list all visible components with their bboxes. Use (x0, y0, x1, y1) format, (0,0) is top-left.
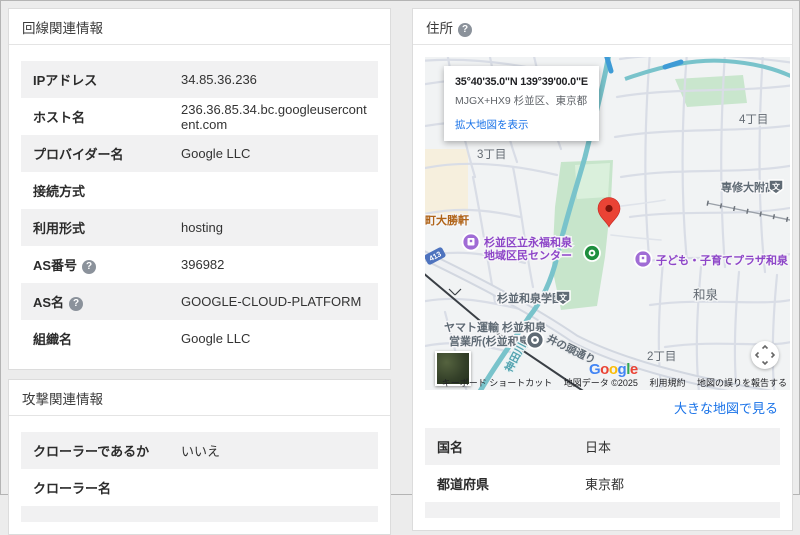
attack-card-title: 攻撃関連情報 (9, 380, 390, 416)
row-value: Google LLC (181, 146, 258, 161)
attack-info-card: 攻撃関連情報 クローラーであるか いいえ クローラー名 (8, 379, 391, 535)
address-card-title: 住所? (413, 9, 792, 45)
community-center-marker[interactable] (463, 234, 480, 251)
table-row: 都道府県 東京都 (425, 465, 780, 502)
poi-label-kids-plaza[interactable]: 子ども・子育てプラザ和泉 (656, 253, 789, 267)
big-map-link-row: 大きな地図で見る (425, 390, 788, 426)
row-label: ホスト名 (33, 107, 181, 126)
row-value: 396982 (181, 257, 232, 272)
district-label-2chome: 2丁目 (647, 351, 676, 363)
table-row (21, 506, 378, 522)
pan-control[interactable] (751, 341, 779, 369)
table-row: 利用形式 hosting (21, 209, 378, 246)
poi-label-community-center-1[interactable]: 杉並区立永福和泉 (484, 235, 573, 249)
view-larger-map-link[interactable]: 大きな地図で見る (674, 401, 778, 416)
row-label: クローラー名 (33, 478, 181, 497)
district-label-4chome: 4丁目 (739, 114, 768, 126)
map-data-text: 地図データ ©2025 (564, 378, 638, 388)
plus-code-text: MJGX+HX9 杉並区、東京都 (455, 93, 588, 108)
coordinates-text: 35°40'35.0"N 139°39'00.0"E (455, 76, 588, 88)
enlarge-map-link[interactable]: 拡大地図を表示 (455, 117, 588, 132)
row-label: 利用形式 (33, 218, 181, 237)
district-label-3chome: 3丁目 (477, 149, 506, 161)
table-row (425, 502, 780, 518)
help-icon[interactable]: ? (458, 23, 472, 37)
row-label: AS名? (33, 292, 181, 311)
report-error-link[interactable]: 地図の誤りを報告する (697, 378, 787, 388)
table-row: AS番号? 396982 (21, 246, 378, 283)
park-marker[interactable] (584, 245, 600, 261)
row-value: いいえ (181, 441, 228, 460)
left-column: 回線関連情報 IPアドレス 34.85.36.236 ホスト名 236.36.8… (8, 8, 391, 535)
keyboard-shortcuts-button[interactable]: キーボード ショートカット (442, 378, 553, 388)
row-label: IPアドレス (33, 70, 181, 89)
poi-label-school2[interactable]: 杉並和泉学園 (497, 291, 563, 305)
row-label: プロバイダー名 (33, 144, 181, 163)
google-map-embed[interactable]: 3丁目 4丁目 2丁目 和泉 永福町大勝軒 413 杉並区立永福和泉 (425, 57, 790, 390)
table-row: 接続方式 (21, 172, 378, 209)
yamato-marker[interactable] (527, 332, 544, 349)
map-footer: キーボード ショートカット 地図データ ©2025 利用規約 地図の誤りを報告す… (433, 376, 787, 389)
row-label: 組織名 (33, 329, 181, 348)
svg-text:文: 文 (559, 293, 568, 303)
row-label: 国名 (437, 437, 585, 456)
row-label: 都道府県 (437, 474, 585, 493)
table-row: IPアドレス 34.85.36.236 (21, 61, 378, 98)
svg-text:文: 文 (772, 182, 781, 192)
line-info-card: 回線関連情報 IPアドレス 34.85.36.236 ホスト名 236.36.8… (8, 8, 391, 370)
table-row: 国名 日本 (425, 428, 780, 465)
pan-arrows-icon (751, 341, 779, 369)
table-row: ホスト名 236.36.85.34.bc.googleusercontent.c… (21, 98, 378, 135)
row-value: GOOGLE-CLOUD-PLATFORM (181, 294, 369, 309)
table-row: クローラー名 (21, 469, 378, 506)
help-icon[interactable]: ? (69, 297, 83, 311)
kids-plaza-marker[interactable] (635, 251, 652, 268)
row-value: 東京都 (585, 474, 632, 493)
row-value: hosting (181, 220, 231, 235)
help-icon[interactable]: ? (82, 260, 96, 274)
terms-link[interactable]: 利用規約 (649, 378, 685, 388)
table-row: プロバイダー名 Google LLC (21, 135, 378, 172)
table-row: AS名? GOOGLE-CLOUD-PLATFORM (21, 283, 378, 320)
row-value: 34.85.36.236 (181, 72, 265, 87)
line-card-title: 回線関連情報 (9, 9, 390, 45)
poi-label-school1[interactable]: 専修大附高 (721, 180, 776, 194)
row-label: AS番号? (33, 255, 181, 274)
row-value: Google LLC (181, 331, 258, 346)
district-label-izumi: 和泉 (693, 287, 719, 302)
poi-label-community-center-2[interactable]: 地域区民センター (484, 248, 572, 262)
address-card: 住所? (412, 8, 793, 531)
row-label: 接続方式 (33, 181, 181, 200)
table-row: クローラーであるか いいえ (21, 432, 378, 469)
row-value: 236.36.85.34.bc.googleusercontent.com (181, 102, 378, 132)
map-info-card: 35°40'35.0"N 139°39'00.0"E MJGX+HX9 杉並区、… (444, 66, 599, 141)
row-value: 日本 (585, 437, 619, 456)
row-label: クローラーであるか (33, 441, 181, 460)
table-row: 組織名 Google LLC (21, 320, 378, 357)
poi-label-ramen[interactable]: 永福町大勝軒 (425, 213, 469, 227)
